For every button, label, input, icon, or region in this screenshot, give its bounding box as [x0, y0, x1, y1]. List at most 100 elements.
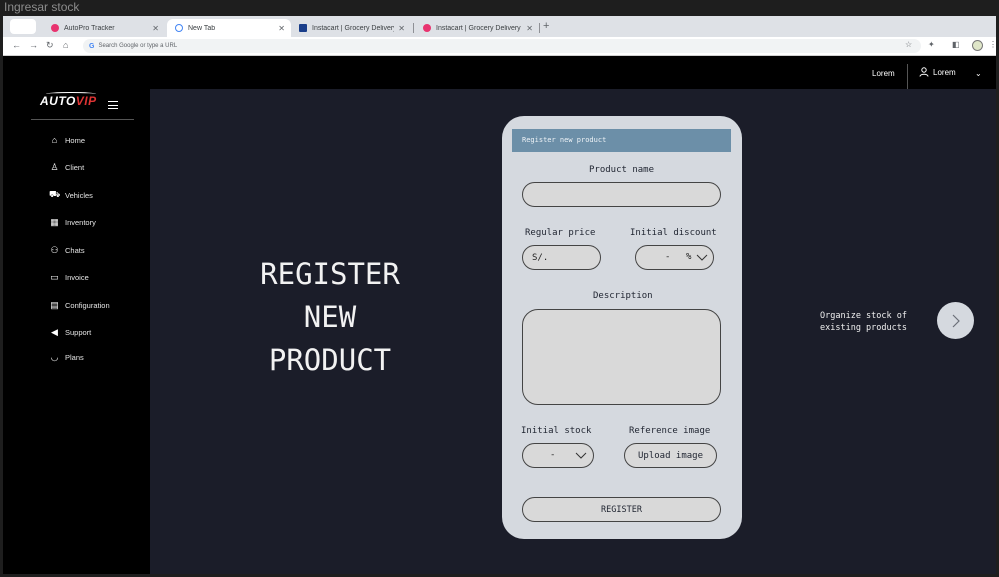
tab-label: New Tab — [188, 24, 216, 32]
register-product-card: Register new product Product name Regula… — [502, 116, 742, 539]
menu-icon[interactable]: ⋮ — [989, 40, 997, 49]
sidebar-item-label: Inventory — [65, 217, 96, 227]
logo-text-accent: VIP — [75, 94, 97, 108]
sidebar-item-home[interactable]: ⌂ Home — [49, 134, 85, 146]
initial-stock-value: - — [550, 450, 556, 460]
reference-image-label: Reference image — [629, 426, 711, 436]
address-bar: ← → ↻ ⌂ G Search Google or type a URL ☆ … — [3, 37, 997, 56]
hamburger-menu-icon[interactable] — [108, 101, 118, 109]
sidebar-item-label: Chats — [65, 245, 85, 255]
chevron-down-icon — [575, 452, 587, 459]
window-title: Ingresar stock — [4, 0, 80, 14]
product-name-input[interactable] — [522, 182, 721, 207]
favicon-icon — [51, 24, 59, 32]
url-input[interactable]: G Search Google or type a URL — [83, 39, 921, 53]
calendar-icon: ▦ — [50, 216, 59, 227]
sidebar-item-label: Vehicles — [65, 190, 93, 200]
organize-stock-link[interactable]: Organize stock of existing products — [820, 310, 930, 334]
initial-stock-select[interactable]: - — [522, 443, 594, 468]
description-textarea[interactable] — [522, 309, 721, 405]
tab-autopro[interactable]: AutoPro Tracker ✕ — [43, 19, 165, 37]
home-icon[interactable]: ⌂ — [63, 40, 68, 50]
close-icon[interactable]: ✕ — [526, 24, 533, 33]
user-name: Lorem — [933, 67, 956, 77]
sidebar-item-label: Invoice — [65, 272, 89, 282]
favicon-icon — [423, 24, 431, 32]
sidebar-item-vehicles[interactable]: ⛟ Vehicles — [49, 189, 93, 201]
tab-search-button[interactable] — [10, 19, 36, 34]
organize-line: existing products — [820, 323, 907, 333]
sidebar-divider — [31, 119, 134, 120]
description-label: Description — [593, 291, 653, 301]
folder-icon: ▭ — [50, 271, 59, 282]
new-tab-icon[interactable]: + — [543, 20, 549, 32]
sidebar-item-invoice[interactable]: ▭ Invoice — [49, 271, 89, 283]
initial-discount-value: - — [665, 252, 671, 262]
top-divider — [907, 64, 908, 89]
star-icon[interactable]: ☆ — [905, 40, 912, 49]
next-page-button[interactable] — [937, 302, 974, 339]
tab-divider — [539, 23, 540, 33]
close-icon[interactable]: ✕ — [278, 24, 285, 33]
logo: AUTOVIP — [40, 89, 100, 109]
app-container: Lorem Lorem ⌄ AUTOVIP ⌂ Home ♙ Client ⛟ … — [3, 56, 996, 574]
tab-label: AutoPro Tracker — [64, 24, 115, 32]
paypal-icon — [299, 24, 307, 32]
sidebar-item-label: Client — [65, 162, 85, 172]
sidebar-item-client[interactable]: ♙ Client — [49, 161, 84, 173]
sidebar-item-label: Home — [65, 135, 86, 145]
forward-icon[interactable]: → — [29, 40, 38, 50]
user-menu[interactable]: Lorem — [919, 67, 956, 77]
main-content: REGISTER NEW PRODUCT Register new produc… — [150, 89, 996, 574]
initial-discount-select[interactable]: - % — [635, 245, 714, 270]
tab-label: Instacart | Grocery Delivery or... — [312, 24, 395, 32]
initial-discount-label: Initial discount — [630, 228, 717, 238]
home-icon: ⌂ — [51, 135, 58, 145]
hero-title: REGISTER NEW PRODUCT — [240, 253, 420, 382]
sidebar-item-support[interactable]: ◀ Support — [49, 326, 91, 338]
people-icon: ⚇ — [50, 244, 59, 255]
sidebar-item-configuration[interactable]: ▤ Configuration — [49, 299, 110, 311]
browser-tab-bar: AutoPro Tracker ✕ New Tab ✕ Instacart | … — [3, 16, 996, 37]
sidebar-item-label: Plans — [65, 352, 84, 362]
card-header: Register new product — [512, 129, 731, 152]
extensions-icon[interactable]: ✦ — [928, 40, 935, 49]
logo-text: AUTO — [40, 94, 76, 108]
sidebar-item-label: Support — [65, 327, 92, 337]
sidebar-item-label: Configuration — [65, 300, 110, 310]
user-icon — [919, 67, 929, 77]
bag-icon: ◡ — [50, 351, 59, 362]
sidepanel-icon[interactable]: ◧ — [952, 40, 960, 49]
chevron-down-icon[interactable]: ⌄ — [975, 69, 982, 78]
close-icon[interactable]: ✕ — [152, 24, 159, 33]
hero-line: PRODUCT — [268, 343, 392, 377]
regular-price-input[interactable]: S/. — [522, 245, 601, 270]
tab-instacart-1[interactable]: Instacart | Grocery Delivery or... ✕ — [291, 19, 411, 37]
hero-line: NEW — [303, 300, 357, 334]
sidebar-item-chats[interactable]: ⚇ Chats — [49, 244, 85, 256]
organize-line: Organize stock of — [820, 311, 907, 321]
upload-image-button[interactable]: Upload image — [624, 443, 717, 468]
google-icon: G — [89, 42, 95, 50]
top-bar: Lorem Lorem ⌄ — [3, 56, 996, 89]
top-link[interactable]: Lorem — [872, 69, 895, 78]
sidebar: AUTOVIP ⌂ Home ♙ Client ⛟ Vehicles ▦ Inv… — [3, 89, 150, 574]
sidebar-item-inventory[interactable]: ▦ Inventory — [49, 216, 96, 228]
profile-avatar[interactable] — [972, 40, 983, 51]
reload-icon[interactable]: ↻ — [46, 40, 54, 51]
tab-instacart-2[interactable]: Instacart | Grocery Delivery or... ✕ — [415, 19, 539, 37]
close-icon[interactable]: ✕ — [398, 24, 405, 33]
tab-new-tab[interactable]: New Tab ✕ — [167, 19, 291, 37]
chevron-down-icon — [696, 254, 708, 261]
register-button[interactable]: REGISTER — [522, 497, 721, 522]
back-icon[interactable]: ← — [12, 40, 21, 50]
sidebar-item-plans[interactable]: ◡ Plans — [49, 351, 84, 363]
tab-divider — [413, 23, 414, 33]
tab-label: Instacart | Grocery Delivery or... — [436, 24, 522, 32]
user-icon: ♙ — [50, 161, 59, 172]
megaphone-icon: ◀ — [51, 326, 58, 337]
car-icon: ⛟ — [49, 189, 61, 199]
product-name-label: Product name — [589, 165, 655, 175]
percent-sign: % — [686, 252, 692, 262]
chevron-right-icon — [952, 314, 960, 327]
